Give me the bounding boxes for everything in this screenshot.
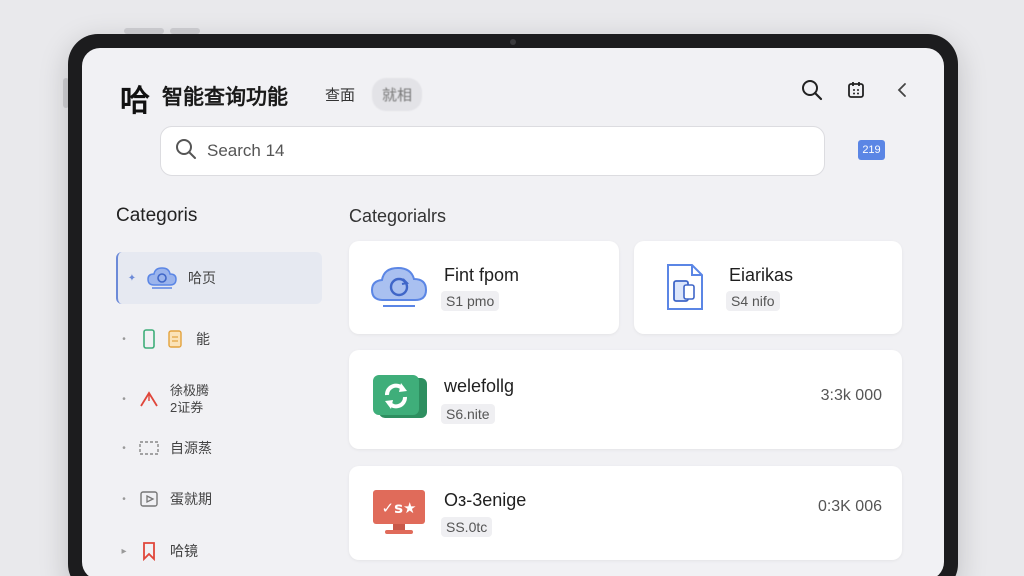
page-title: 智能查询功能	[162, 86, 288, 109]
phone-icon	[138, 328, 160, 350]
green-sync-icon	[369, 372, 429, 424]
sidebar-item-label: 蛋就期	[170, 490, 212, 507]
sidebar-item-label: 哈镜	[170, 542, 198, 559]
back-chevron-icon[interactable]	[890, 78, 914, 102]
bullet-icon: ▸	[121, 545, 127, 557]
bullet-icon: •	[122, 442, 126, 454]
dashed-box-icon	[138, 437, 160, 459]
card-title: Eiarikas	[729, 265, 794, 285]
cloud-refresh-icon	[369, 261, 429, 313]
sidebar-item-stocks[interactable]: • 徐极腾 2证券	[116, 382, 322, 416]
app-logo: 哈	[120, 85, 150, 118]
camera-dot	[510, 39, 516, 45]
sidebar-item-sources[interactable]: • 自源蒸	[116, 437, 322, 459]
sidebar-item-mirror[interactable]: ▸ 哈镜	[116, 540, 322, 562]
card-amount: 0:3K 006	[817, 498, 882, 515]
content-heading: Categorialrs	[349, 206, 447, 226]
bullet-icon: •	[122, 493, 126, 505]
card-amount: 3:3k 000	[820, 387, 882, 404]
tab-related[interactable]: 就相	[372, 78, 423, 111]
card-title: Oз-3enige	[444, 490, 527, 510]
count-badge[interactable]: 219	[858, 140, 885, 160]
card-tag: S1 pmo	[441, 291, 500, 311]
sidebar-item-label: 能	[196, 330, 210, 347]
tablet-frame: 哈 智能查询功能 查面 就相 219 Categoris	[68, 34, 958, 576]
search-bar[interactable]	[160, 126, 825, 176]
category-card[interactable]: Fint fpom S1 pmo	[349, 241, 619, 334]
card-tag: S4 nifo	[726, 291, 780, 311]
sidebar-item-home[interactable]: ✦ 哈页	[116, 252, 322, 304]
sidebar-item-period[interactable]: • 蛋就期	[116, 488, 322, 510]
app-screen: 哈 智能查询功能 查面 就相 219 Categoris	[82, 48, 944, 576]
video-icon	[138, 488, 160, 510]
bullet-icon: •	[122, 333, 126, 345]
category-card[interactable]: Eiarikas S4 nifo	[634, 241, 902, 334]
cloud-chat-icon	[146, 264, 178, 292]
tab-query[interactable]: 查面	[325, 84, 355, 105]
search-icon	[175, 138, 197, 165]
bullet-icon: ✦	[127, 272, 137, 284]
card-tag: S6.nite	[441, 404, 495, 424]
sidebar-item-label: 徐极腾 2证券	[170, 383, 210, 415]
svg-text:✓s★: ✓s★	[382, 499, 417, 517]
card-title: Fint fpom	[444, 265, 520, 285]
search-icon[interactable]	[800, 78, 824, 102]
sidebar-heading: Categoris	[116, 205, 198, 226]
sidebar-item-energy[interactable]: • 能	[116, 328, 322, 350]
bullet-icon: •	[122, 393, 126, 405]
chart-line-icon	[138, 388, 160, 410]
sidebar-item-label: 哈页	[188, 269, 216, 286]
document-device-icon	[654, 261, 714, 313]
document-icon	[164, 328, 186, 350]
sidebar-item-label: 自源蒸	[170, 439, 212, 456]
category-card[interactable]: welefollg S6.nite 3:3k 000	[349, 350, 902, 449]
search-input[interactable]	[207, 141, 767, 161]
monitor-icon: ✓s★	[369, 486, 429, 538]
stage: 哈 智能查询功能 查面 就相 219 Categoris	[0, 0, 1024, 576]
category-card[interactable]: ✓s★ Oз-3enige SS.0tc 0:3K 006	[349, 466, 902, 560]
card-tag: SS.0tc	[441, 517, 493, 537]
calendar-icon[interactable]	[844, 78, 868, 102]
bookmark-icon	[138, 540, 160, 562]
card-title: welefollg	[444, 376, 515, 396]
